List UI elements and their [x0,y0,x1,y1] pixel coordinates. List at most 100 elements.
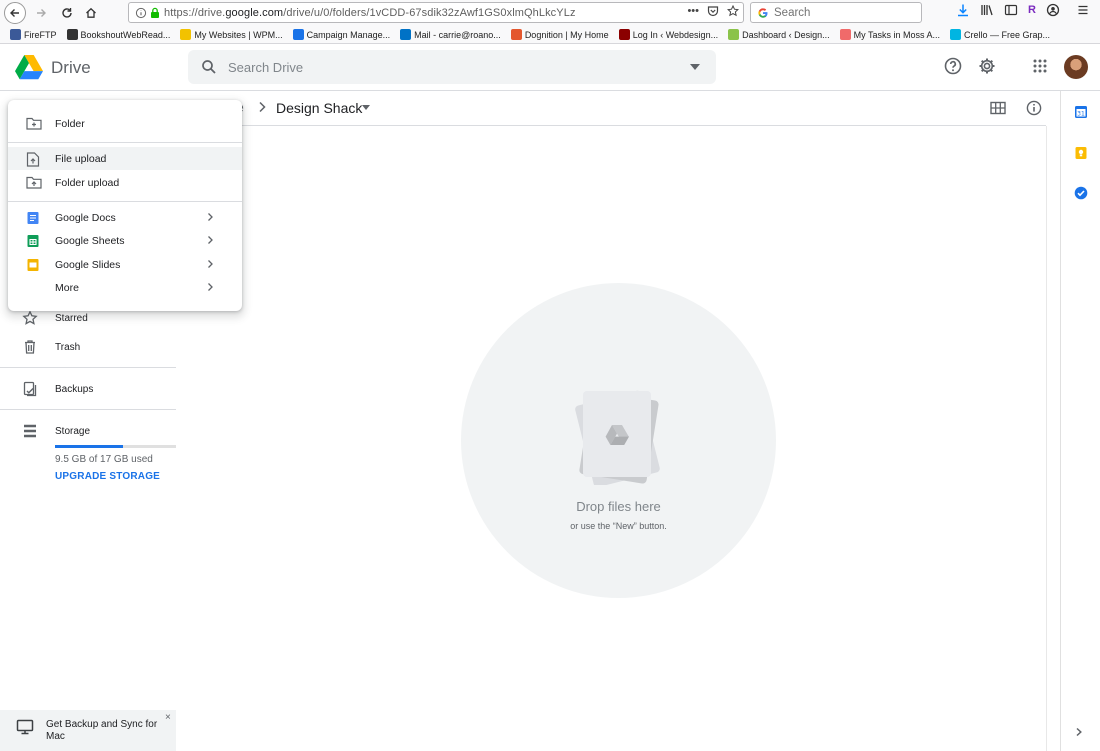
folder-menu-caret-icon[interactable] [362,105,370,110]
search-icon[interactable] [201,59,217,75]
backup-device-icon [23,381,37,397]
help-icon[interactable] [944,57,962,75]
drive-search-input[interactable] [228,58,668,76]
bookmark-item[interactable]: Log In ‹ Webdesign... [618,29,718,40]
hamburger-menu-icon[interactable] [1076,3,1090,17]
file-upload-menu-item[interactable]: File upload [8,147,242,170]
grid-view-icon[interactable] [990,101,1006,115]
storage-used-text: 9.5 GB of 17 GB used [55,454,153,465]
bookmark-label: My Websites | WPM... [194,29,283,40]
bookmark-label: Dashboard ‹ Design... [742,29,830,40]
bookmark-item[interactable]: Campaign Manage... [292,29,391,40]
bookmark-favicon-icon [10,29,21,40]
star-bookmark-icon[interactable] [727,5,739,17]
bookmark-label: My Tasks in Moss A... [853,29,940,40]
pocket-icon[interactable] [707,5,719,17]
storage-usage-bar [55,445,176,448]
storage-icon [24,424,36,438]
bookmark-favicon-icon [400,29,412,40]
google-docs-menu-item[interactable]: Google Docs [8,206,242,229]
bookmark-favicon-icon [510,29,522,40]
reload-button[interactable] [56,2,78,24]
bookmark-item[interactable]: Dognition | My Home [510,29,609,40]
menu-item-label: Folder upload [55,176,120,189]
backup-promo-text: Get Backup and Sync for Mac [46,719,158,742]
keep-notes-icon[interactable] [1074,146,1088,160]
url-bar[interactable]: https://drive.google.com/drive/u/0/folde… [128,2,744,23]
bookmark-item[interactable]: Crello — Free Grap... [949,29,1050,40]
browser-search-placeholder: Search [774,6,811,19]
sidebar-item-trash[interactable]: Trash [0,334,176,360]
folder-upload-menu-item[interactable]: Folder upload [8,171,242,194]
bookmark-favicon-icon [180,29,192,40]
search-options-caret-icon[interactable] [690,64,700,70]
menu-item-label: Google Slides [55,258,121,271]
svg-text:31: 31 [1077,111,1085,118]
account-icon[interactable] [1046,3,1060,17]
new-folder-menu-item[interactable]: Folder [8,112,242,135]
bookmark-label: Dognition | My Home [524,29,609,40]
sidebar-toggle-icon[interactable] [1004,3,1018,17]
trash-icon [25,340,35,354]
google-slides-icon [27,259,39,271]
chevron-right-icon [208,260,213,268]
drop-zone[interactable]: Drop files here or use the “New” button. [461,283,776,598]
computer-monitor-icon [16,719,34,735]
bookmark-label: Mail - carrie@roano... [414,29,501,40]
bookmark-item[interactable]: Mail - carrie@roano... [400,29,501,40]
sidebar-item-backups[interactable]: Backups [0,376,176,402]
extension-r-icon[interactable]: R [1028,4,1036,16]
library-icon[interactable] [980,3,994,17]
menu-divider [8,201,242,202]
google-sheets-icon [27,235,39,247]
user-avatar[interactable] [1064,55,1088,79]
bookmark-item[interactable]: Dashboard ‹ Design... [728,29,830,40]
download-icon[interactable] [956,3,970,17]
breadcrumb: e Design Shack [176,91,1046,126]
google-drive-logo-icon [15,55,43,80]
bookmark-label: BookshoutWebRead... [80,29,171,40]
file-upload-icon [26,152,40,167]
google-slides-menu-item[interactable]: Google Slides [8,253,242,276]
back-button[interactable] [4,2,26,24]
google-sheets-menu-item[interactable]: Google Sheets [8,229,242,252]
sidebar-item-storage[interactable]: Storage [0,418,176,444]
bookmark-label: Campaign Manage... [306,29,391,40]
chevron-right-icon [208,283,213,291]
breadcrumb-current-folder[interactable]: Design Shack [276,100,362,116]
more-menu-item[interactable]: More [8,276,242,299]
bookmark-item[interactable]: My Tasks in Moss A... [839,29,940,40]
google-docs-icon [27,212,39,224]
forward-button[interactable] [30,2,52,24]
bookmark-label: FireFTP [24,29,57,40]
backup-sync-promo[interactable]: Get Backup and Sync for Mac × [0,710,176,751]
bookmark-item[interactable]: BookshoutWebRead... [66,29,171,40]
calendar-icon[interactable]: 31 [1074,105,1088,119]
drive-logo-text: Drive [51,57,91,77]
menu-item-label: File upload [55,152,107,165]
menu-item-label: Folder [55,117,85,130]
new-folder-icon [26,117,42,130]
home-button[interactable] [80,2,102,24]
bookmark-item[interactable]: FireFTP [10,29,57,40]
page-actions-button[interactable]: ••• [687,5,699,17]
sidebar-item-label: Backups [55,383,94,395]
drive-logo[interactable]: Drive [15,55,91,80]
menu-item-label: More [55,281,79,294]
bookmark-item[interactable]: My Websites | WPM... [180,29,283,40]
browser-search-box[interactable]: Search [750,2,922,23]
drive-search-bar[interactable] [188,50,716,84]
sidebar-divider [0,367,176,368]
upgrade-storage-link[interactable]: UPGRADE STORAGE [55,471,160,482]
drive-header: Drive [0,45,1100,91]
tasks-icon[interactable] [1074,186,1088,200]
menu-item-label: Google Sheets [55,234,125,247]
drop-files-title: Drop files here [576,499,661,514]
details-info-icon[interactable] [1026,100,1042,116]
close-icon[interactable]: × [165,712,171,723]
bookmark-favicon-icon [292,29,304,40]
settings-gear-icon[interactable] [978,57,996,75]
apps-grid-icon[interactable] [1033,59,1047,73]
new-menu: Folder File upload Folder upload Google … [8,100,242,311]
expand-panel-chevron-icon[interactable] [1074,727,1084,737]
